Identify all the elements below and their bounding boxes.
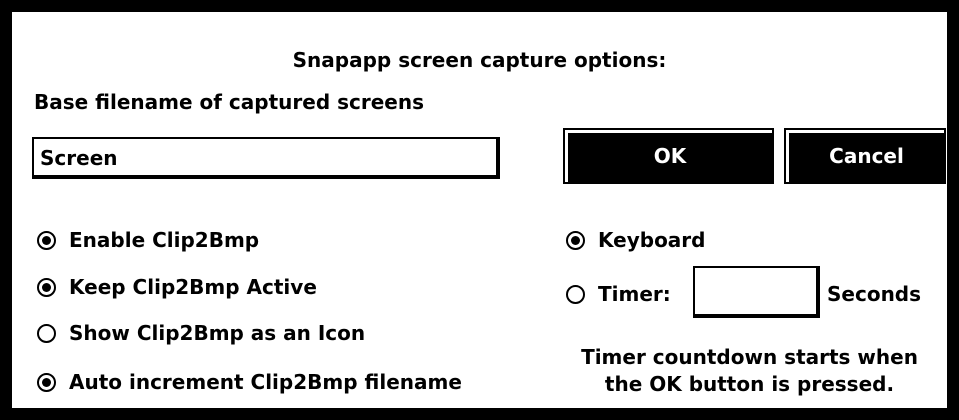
dialog-title: Snapapp screen capture options:	[292, 48, 667, 72]
base-filename-input[interactable]: Screen	[32, 137, 500, 179]
timer-seconds-input[interactable]	[693, 266, 820, 318]
base-filename-value: Screen	[40, 146, 118, 170]
option-label: Show Clip2Bmp as an Icon	[69, 321, 366, 345]
ok-button-label: OK	[653, 144, 687, 168]
timer-note-line-2: the OK button is pressed.	[604, 372, 895, 396]
radio-button-icon[interactable]	[566, 285, 585, 304]
timer-note-line-1: Timer countdown starts when	[581, 345, 918, 369]
radio-button-icon[interactable]	[37, 231, 56, 250]
option-label: Keep Clip2Bmp Active	[69, 275, 317, 299]
timer-note: Timer countdown starts when the OK butto…	[552, 344, 947, 398]
option-label: Enable Clip2Bmp	[69, 228, 260, 252]
radio-button-icon[interactable]	[566, 231, 585, 250]
seconds-label: Seconds	[827, 282, 922, 306]
radio-button-icon[interactable]	[37, 373, 56, 392]
ok-button[interactable]: OK	[563, 128, 774, 184]
cancel-button[interactable]: Cancel	[784, 128, 946, 184]
radio-button-icon[interactable]	[37, 324, 56, 343]
cancel-button-label: Cancel	[829, 144, 904, 168]
base-filename-label: Base filename of captured screens	[34, 90, 424, 114]
radio-button-icon[interactable]	[37, 278, 56, 297]
option-label: Auto increment Clip2Bmp filename	[69, 370, 462, 394]
trigger-label: Timer:	[598, 282, 671, 306]
snapapp-options-dialog: Snapapp screen capture options: Base fil…	[12, 12, 947, 408]
trigger-label: Keyboard	[598, 228, 706, 252]
